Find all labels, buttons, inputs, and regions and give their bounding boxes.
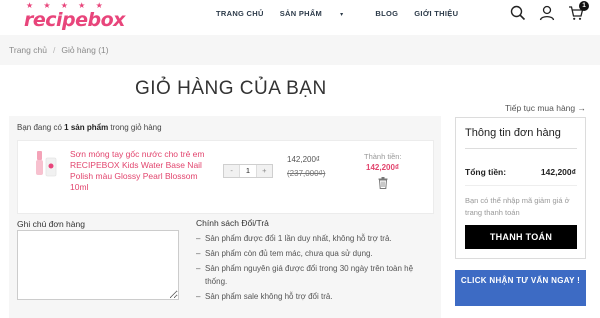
- product-thumbnail[interactable]: [34, 149, 58, 179]
- site-header: ★ ★ ★ ★ ★ recipebox TRANG CHỦ SẢN PHẨM ▾ …: [0, 0, 600, 32]
- user-icon[interactable]: [539, 5, 555, 21]
- breadcrumb-bar: Trang chủ / Giỏ hàng (1): [0, 35, 600, 65]
- product-name-link[interactable]: Sơn móng tay gốc nước cho trẻ em RECIPEB…: [70, 149, 210, 193]
- header-icons: 1: [510, 1, 589, 21]
- cart-icon[interactable]: 1: [568, 1, 589, 21]
- item-old-price: (237,000₫): [287, 169, 326, 178]
- discount-note: Bạn có thể nhập mã giảm giá ở trang than…: [465, 196, 570, 217]
- return-policy-list: Sản phẩm được đổi 1 lần duy nhất, không …: [196, 232, 428, 305]
- search-icon[interactable]: [510, 5, 526, 21]
- breadcrumb-separator: /: [52, 45, 56, 55]
- logo[interactable]: ★ ★ ★ ★ ★ recipebox: [24, 1, 134, 30]
- item-price: 142,200₫: [287, 155, 321, 164]
- main-nav: TRANG CHỦ SẢN PHẨM ▾ BLOG GIỚI THIỆU: [216, 9, 474, 18]
- page-title: GIỎ HÀNG CỦA BẠN: [135, 78, 327, 99]
- nav-item-blog[interactable]: BLOG: [375, 9, 398, 18]
- cart-count-number: 1 sản phẩm: [64, 123, 109, 132]
- return-policy-title: Chính sách Đổi/Trả: [196, 218, 269, 228]
- qty-increase-button[interactable]: +: [256, 165, 272, 177]
- trash-icon[interactable]: [378, 176, 388, 189]
- cart-count-prefix: Bạn đang có: [17, 123, 62, 132]
- order-total-label: Tổng tiền:: [465, 167, 507, 177]
- continue-shopping-link[interactable]: Tiếp tục mua hàng →: [505, 103, 586, 113]
- qty-input[interactable]: 1: [239, 165, 257, 177]
- cart-count: Bạn đang có 1 sản phẩm trong giỏ hàng: [17, 123, 162, 132]
- policy-item: Sản phẩm nguyên giá được đổi trong 30 ng…: [196, 262, 428, 288]
- qty-decrease-button[interactable]: -: [224, 165, 240, 177]
- nav-item-products-label: SẢN PHẨM: [279, 9, 323, 18]
- cart-item: Sơn móng tay gốc nước cho trẻ em RECIPEB…: [17, 140, 434, 214]
- item-total-label: Thành tiền:: [364, 152, 402, 161]
- item-total-value: 142,200₫: [366, 163, 400, 172]
- cart-badge: 1: [579, 1, 589, 11]
- breadcrumb-home[interactable]: Trang chủ: [9, 45, 47, 55]
- divider: [465, 185, 577, 186]
- cart-panel: Bạn đang có 1 sản phẩm trong giỏ hàng Sơ…: [9, 116, 441, 318]
- policy-item: Sản phẩm được đổi 1 lần duy nhất, không …: [196, 232, 428, 245]
- breadcrumb-current: Giỏ hàng (1): [61, 45, 109, 55]
- quantity-stepper: - 1 +: [223, 164, 273, 178]
- chevron-down-icon: ▾: [340, 12, 344, 18]
- checkout-button[interactable]: THANH TOÁN: [465, 225, 577, 249]
- policy-item: Sản phẩm còn đủ tem mác, chưa qua sử dụn…: [196, 247, 428, 260]
- order-summary-title: Thông tin đơn hàng: [465, 127, 561, 139]
- order-total-value: 142,200₫: [540, 167, 576, 177]
- order-summary: Thông tin đơn hàng Tổng tiền: 142,200₫ B…: [455, 117, 586, 259]
- consult-button[interactable]: CLICK NHẬN TƯ VẤN NGAY !: [455, 270, 586, 306]
- nav-item-home[interactable]: TRANG CHỦ: [216, 9, 264, 18]
- breadcrumb: Trang chủ / Giỏ hàng (1): [9, 45, 109, 55]
- order-note-input[interactable]: [17, 230, 179, 300]
- cart-count-suffix: trong giỏ hàng: [110, 123, 162, 132]
- order-note-label: Ghi chú đơn hàng: [17, 219, 85, 229]
- logo-text: recipebox: [24, 9, 125, 31]
- divider: [465, 148, 577, 149]
- nav-item-products[interactable]: SẢN PHẨM ▾: [280, 9, 360, 18]
- nav-item-about[interactable]: GIỚI THIỆU: [414, 9, 458, 18]
- policy-item: Sản phẩm sale không hỗ trợ đổi trả.: [196, 290, 428, 303]
